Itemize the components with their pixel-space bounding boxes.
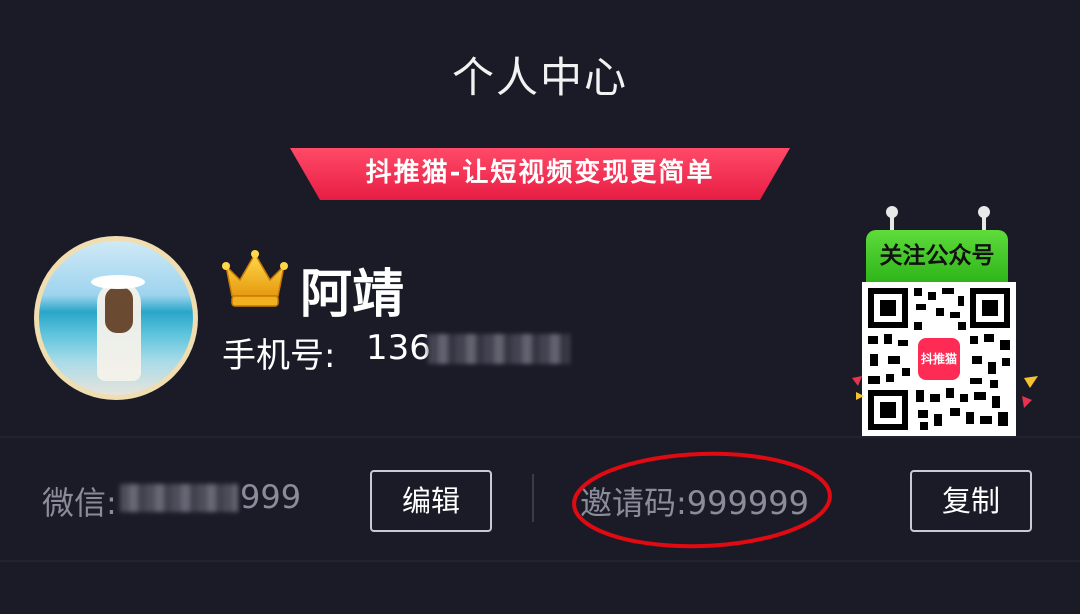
copy-button[interactable]: 复制	[910, 470, 1032, 532]
confetti-left	[852, 376, 864, 400]
qr-header: 关注公众号	[866, 230, 1008, 282]
section-divider	[0, 436, 1080, 438]
qr-logo: 抖推猫	[918, 338, 960, 380]
qr-code: 抖推猫	[862, 282, 1016, 436]
phone-redaction	[428, 334, 570, 364]
bottom-strip	[0, 560, 1080, 614]
page-title: 个人中心	[451, 53, 628, 102]
username: 阿靖	[300, 265, 405, 325]
phone-label: 手机号:	[222, 336, 336, 376]
qr-card[interactable]: 关注公众号 抖推猫	[848, 204, 1038, 440]
avatar[interactable]	[34, 236, 198, 400]
banner-text: 抖推猫-让短视频变现更简单	[365, 158, 715, 188]
highlight-ellipse	[572, 451, 832, 549]
promo-banner: 抖推猫-让短视频变现更简单	[290, 148, 790, 200]
vertical-divider	[532, 474, 534, 522]
crown-icon	[222, 250, 288, 314]
phone-number: 136	[366, 328, 431, 368]
wechat-id-tail: 999	[240, 478, 302, 516]
confetti-right	[1022, 376, 1038, 408]
edit-button[interactable]: 编辑	[370, 470, 492, 532]
wechat-redaction	[120, 484, 238, 512]
wechat-label: 微信:	[42, 484, 117, 522]
